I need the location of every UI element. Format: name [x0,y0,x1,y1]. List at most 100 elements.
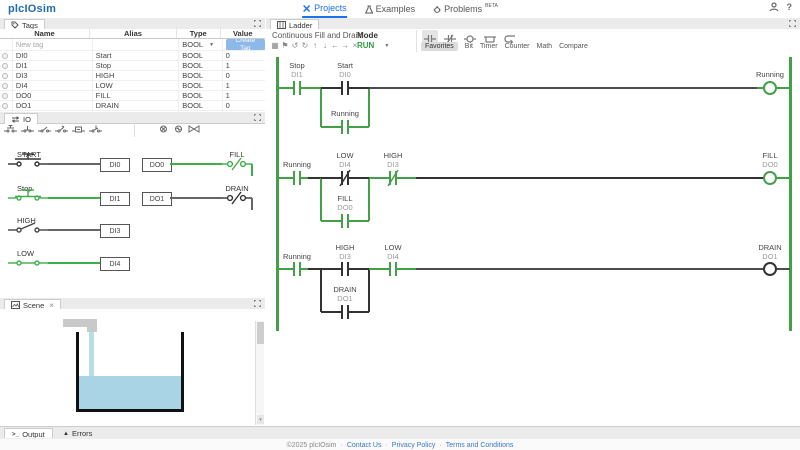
tag-name: DO0 [11,91,92,100]
pushbutton-stop[interactable] [8,186,48,204]
coil-drain[interactable] [763,262,777,276]
help-icon[interactable]: ? [787,2,793,12]
table-row[interactable]: DO0 FILL BOOL 1 [0,91,265,101]
contact-start[interactable] [334,81,356,95]
tag-value[interactable]: 0 [221,71,265,80]
tag-type: BOOL [178,81,221,90]
contact-low-no[interactable] [382,262,404,276]
contact-fill-branch[interactable] [334,214,356,228]
table-row[interactable]: DI0 Start BOOL 0 [0,51,265,61]
new-tag-type-select[interactable]: BOOL ▼ [178,39,221,50]
tag-value[interactable]: 0 [221,101,265,110]
table-row[interactable]: DI4 LOW BOOL 1 [0,81,265,91]
nav-examples[interactable]: Examples [364,1,416,17]
switch-high[interactable] [8,218,48,236]
valve-drain [222,191,252,205]
tag-row-icon [0,81,12,90]
move-down-icon[interactable]: ↓ [321,41,329,51]
tag-alias: FILL [91,91,179,100]
grid-icon[interactable]: ▦ [271,41,279,51]
tag-value[interactable]: 0 [221,51,265,60]
output-address: DO0 [149,161,165,169]
contact-low-nc[interactable] [334,169,356,187]
expand-icon[interactable] [789,20,796,27]
column-name[interactable]: Name [0,29,89,38]
scrollbar-arrow-icon[interactable]: ▾ [257,415,264,424]
tag-alias: Start [91,51,179,60]
switch-low[interactable] [8,251,48,269]
footer: ©2025 plcIOsim · Contact Us · Privacy Po… [0,438,800,450]
mode-select[interactable]: RUN ▼ [357,41,389,50]
chevron-down-icon: ▼ [209,41,215,48]
undo-icon[interactable]: ↺ [291,41,299,51]
rung-1-wires [279,87,790,128]
delete-icon[interactable]: × [351,41,359,51]
table-row[interactable]: DO1 DRAIN BOOL 0 [0,101,265,111]
column-alias[interactable]: Alias [88,29,176,38]
create-tag-button[interactable]: Create Tag [225,39,265,50]
coil-fill[interactable] [763,171,777,185]
ladder-canvas[interactable]: Stop DI1 Start DI0 Running Running Runni… [266,53,800,426]
ladder-panel: Ladder Continuous Fill and Drain Mode RU… [266,18,800,426]
redo-icon[interactable]: ↻ [301,41,309,51]
table-row[interactable]: DI1 Stop BOOL 1 [0,61,265,71]
new-tag-type-value: BOOL [182,40,204,49]
coil-label-drain: DRAIN DO1 [758,243,782,261]
scene-panel: Scene × ▾ [0,298,265,426]
contact-drain-branch[interactable] [334,305,356,319]
user-icon[interactable] [769,2,779,12]
category-compare[interactable]: Compare [559,43,588,50]
nav-projects-label: Projects [314,3,347,13]
tag-value[interactable]: 1 [221,81,265,90]
new-tag-alias[interactable] [91,39,179,50]
move-up-icon[interactable]: ↑ [311,41,319,51]
column-type[interactable]: Type [176,29,220,38]
table-row[interactable]: DI3 HIGH BOOL 0 [0,71,265,81]
pushbutton-start[interactable] [8,152,48,170]
move-right-icon[interactable]: → [341,41,349,51]
input-address-box: DI3 [100,224,130,238]
tags-table-header: Name Alias Type Value [0,29,265,39]
nav-examples-label: Examples [375,4,416,14]
tag-value[interactable]: 1 [221,91,265,100]
contact-high-nc[interactable] [382,169,404,187]
contact-stop[interactable] [286,81,308,95]
left-column: Tags Name Alias Type Value New tag BOOL … [0,18,267,426]
tag-name: DO1 [11,101,92,110]
category-math[interactable]: Math [537,43,553,50]
contact-us-link[interactable]: Contact Us [347,442,382,449]
contact-running-branch-1[interactable] [334,120,356,134]
category-bit[interactable]: Bit [465,43,473,50]
scrollbar-thumb[interactable] [257,322,264,344]
copyright: ©2025 plcIOsim [286,441,337,449]
expand-icon[interactable] [254,20,261,27]
nav-problems[interactable]: Problems BETA [433,1,498,17]
terms-link[interactable]: Terms and Conditions [446,442,514,449]
expand-icon[interactable] [254,300,261,307]
category-favorites[interactable]: Favorites [421,42,458,51]
contact-high-no[interactable] [334,262,356,276]
input-address: DI4 [109,260,121,268]
tag-row-icon [0,71,12,80]
flag-icon[interactable]: ⚑ [281,41,289,51]
contact-running-2[interactable] [286,171,308,185]
contact-running-3[interactable] [286,262,308,276]
new-tag-input[interactable]: New tag [11,39,92,50]
warning-triangle-icon: ▲ [63,430,69,437]
new-tag-action: Create Tag [221,39,265,50]
tag-alias: LOW [91,81,179,90]
privacy-policy-link[interactable]: Privacy Policy [392,442,436,449]
tag-value[interactable]: 1 [221,61,265,70]
column-value[interactable]: Value [219,29,265,38]
move-left-icon[interactable]: ← [331,41,339,51]
input-address: DI0 [109,161,121,169]
category-counter[interactable]: Counter [505,43,530,50]
right-power-rail [789,57,792,331]
coil-label-running: Running [756,70,784,79]
coil-running[interactable] [763,81,777,95]
nav-projects[interactable]: Projects [302,0,347,18]
scene-view: ▾ [0,309,265,426]
io-toolbar [0,123,265,138]
category-timer[interactable]: Timer [480,43,498,50]
expand-icon[interactable] [254,114,261,121]
